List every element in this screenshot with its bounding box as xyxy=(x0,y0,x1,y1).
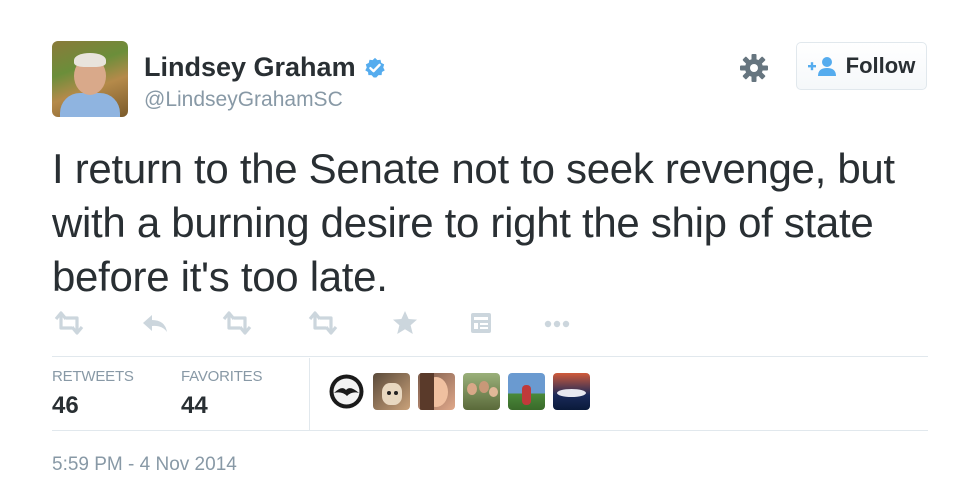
favoriter-avatars xyxy=(328,373,590,410)
tweet-text: I return to the Senate not to seek reven… xyxy=(52,145,895,300)
retweet-icon[interactable] xyxy=(220,308,254,338)
author-name[interactable]: Lindsey Graham xyxy=(144,52,356,83)
avatar-hair xyxy=(74,53,106,67)
retweet-icon[interactable] xyxy=(306,308,340,338)
favoriter-avatar-dog[interactable] xyxy=(373,373,410,410)
author-handle[interactable]: @LindseyGrahamSC xyxy=(144,88,343,112)
favoriter-avatar-stadium[interactable] xyxy=(553,373,590,410)
embed-icon[interactable] xyxy=(464,308,498,338)
retweets-count[interactable]: 46 xyxy=(52,392,79,420)
retweet-icon[interactable] xyxy=(52,308,86,338)
favoriter-avatar-family[interactable] xyxy=(463,373,500,410)
follow-button[interactable]: Follow xyxy=(796,42,927,90)
author-name-row: Lindsey Graham xyxy=(144,52,386,83)
favorite-star-icon[interactable] xyxy=(388,308,422,338)
stats-divider xyxy=(309,358,310,430)
favorites-label[interactable]: FAVORITES xyxy=(181,368,262,385)
avatar-shirt xyxy=(60,93,120,117)
verified-badge-icon xyxy=(364,57,385,78)
profile-avatar[interactable] xyxy=(52,41,128,117)
retweets-label[interactable]: RETWEETS xyxy=(52,368,134,385)
favorites-count[interactable]: 44 xyxy=(181,392,208,420)
follow-person-icon xyxy=(807,57,836,76)
favoriter-avatar-eagle[interactable] xyxy=(328,373,365,410)
favoriter-avatar-person[interactable] xyxy=(418,373,455,410)
reply-icon[interactable] xyxy=(139,308,173,338)
divider-bottom xyxy=(52,430,928,431)
favoriter-avatar-outdoor[interactable] xyxy=(508,373,545,410)
gear-icon[interactable] xyxy=(738,52,770,84)
divider-top xyxy=(52,356,928,357)
follow-button-label: Follow xyxy=(845,53,916,78)
tweet-timestamp[interactable]: 5:59 PM - 4 Nov 2014 xyxy=(52,454,237,476)
more-icon[interactable] xyxy=(540,308,574,338)
